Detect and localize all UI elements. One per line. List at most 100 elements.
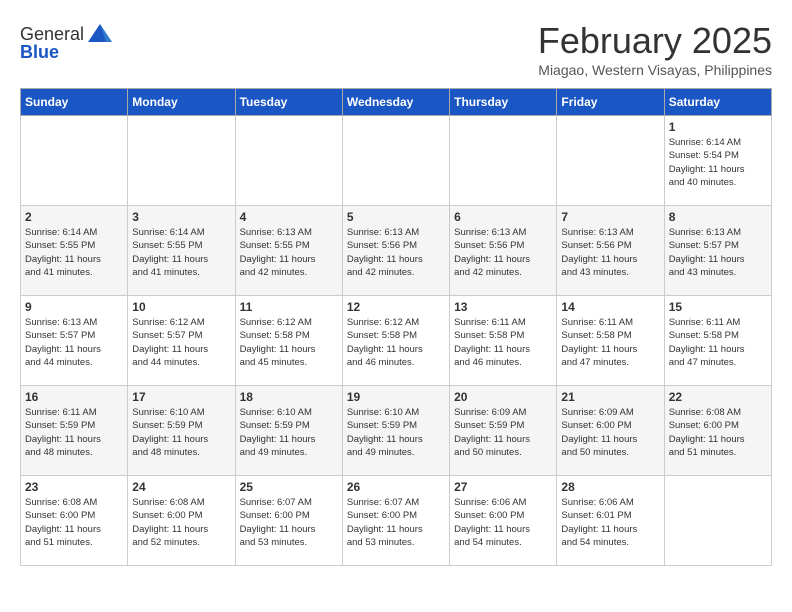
logo-blue: Blue — [20, 42, 59, 63]
day-info: Sunrise: 6:12 AM Sunset: 5:58 PM Dayligh… — [240, 316, 338, 369]
day-info: Sunrise: 6:13 AM Sunset: 5:57 PM Dayligh… — [669, 226, 767, 279]
day-number: 9 — [25, 300, 123, 314]
day-info: Sunrise: 6:10 AM Sunset: 5:59 PM Dayligh… — [240, 406, 338, 459]
day-info: Sunrise: 6:10 AM Sunset: 5:59 PM Dayligh… — [132, 406, 230, 459]
week-row-1: 1 Sunrise: 6:14 AM Sunset: 5:54 PM Daylig… — [21, 116, 772, 206]
day-number: 11 — [240, 300, 338, 314]
day-info: Sunrise: 6:09 AM Sunset: 5:59 PM Dayligh… — [454, 406, 552, 459]
day-number: 4 — [240, 210, 338, 224]
logo: General Blue — [20, 20, 114, 63]
calendar-cell: 8Sunrise: 6:13 AM Sunset: 5:57 PM Daylig… — [664, 206, 771, 296]
calendar-cell — [128, 116, 235, 206]
calendar-cell: 27 Sunrise: 6:06 AM Sunset: 6:00 PM Dayli… — [450, 476, 557, 566]
calendar-cell: 6 Sunrise: 6:13 AM Sunset: 5:56 PM Daylig… — [450, 206, 557, 296]
calendar-subtitle: Miagao, Western Visayas, Philippines — [538, 62, 772, 78]
day-info: Sunrise: 6:13 AM Sunset: 5:56 PM Dayligh… — [347, 226, 445, 279]
calendar-cell: 19 Sunrise: 6:10 AM Sunset: 5:59 PM Dayli… — [342, 386, 449, 476]
calendar-cell — [450, 116, 557, 206]
day-number: 24 — [132, 480, 230, 494]
day-info: Sunrise: 6:07 AM Sunset: 6:00 PM Dayligh… — [347, 496, 445, 549]
day-number: 19 — [347, 390, 445, 404]
week-row-4: 16Sunrise: 6:11 AM Sunset: 5:59 PM Dayli… — [21, 386, 772, 476]
day-info: Sunrise: 6:14 AM Sunset: 5:54 PM Dayligh… — [669, 136, 767, 189]
day-number: 5 — [347, 210, 445, 224]
day-info: Sunrise: 6:08 AM Sunset: 6:00 PM Dayligh… — [25, 496, 123, 549]
weekday-header-monday: Monday — [128, 89, 235, 116]
calendar-cell: 20Sunrise: 6:09 AM Sunset: 5:59 PM Dayli… — [450, 386, 557, 476]
day-info: Sunrise: 6:14 AM Sunset: 5:55 PM Dayligh… — [25, 226, 123, 279]
day-number: 1 — [669, 120, 767, 134]
weekday-header-saturday: Saturday — [664, 89, 771, 116]
calendar-cell — [557, 116, 664, 206]
calendar-cell: 10 Sunrise: 6:12 AM Sunset: 5:57 PM Dayli… — [128, 296, 235, 386]
calendar-cell: 13 Sunrise: 6:11 AM Sunset: 5:58 PM Dayli… — [450, 296, 557, 386]
title-section: February 2025 Miagao, Western Visayas, P… — [538, 20, 772, 78]
calendar-cell: 26 Sunrise: 6:07 AM Sunset: 6:00 PM Dayli… — [342, 476, 449, 566]
weekday-header-thursday: Thursday — [450, 89, 557, 116]
day-number: 12 — [347, 300, 445, 314]
calendar-cell: 5 Sunrise: 6:13 AM Sunset: 5:56 PM Daylig… — [342, 206, 449, 296]
day-number: 13 — [454, 300, 552, 314]
calendar-cell — [235, 116, 342, 206]
calendar-cell: 1 Sunrise: 6:14 AM Sunset: 5:54 PM Daylig… — [664, 116, 771, 206]
calendar-cell: 12 Sunrise: 6:12 AM Sunset: 5:58 PM Dayli… — [342, 296, 449, 386]
day-info: Sunrise: 6:13 AM Sunset: 5:57 PM Dayligh… — [25, 316, 123, 369]
day-number: 27 — [454, 480, 552, 494]
calendar-cell: 9 Sunrise: 6:13 AM Sunset: 5:57 PM Daylig… — [21, 296, 128, 386]
day-info: Sunrise: 6:06 AM Sunset: 6:01 PM Dayligh… — [561, 496, 659, 549]
calendar-cell — [664, 476, 771, 566]
calendar-cell: 11 Sunrise: 6:12 AM Sunset: 5:58 PM Dayli… — [235, 296, 342, 386]
calendar-cell: 4Sunrise: 6:13 AM Sunset: 5:55 PM Daylig… — [235, 206, 342, 296]
calendar-cell: 17 Sunrise: 6:10 AM Sunset: 5:59 PM Dayli… — [128, 386, 235, 476]
calendar-cell: 22 Sunrise: 6:08 AM Sunset: 6:00 PM Dayli… — [664, 386, 771, 476]
calendar-cell — [342, 116, 449, 206]
weekday-header-tuesday: Tuesday — [235, 89, 342, 116]
day-info: Sunrise: 6:09 AM Sunset: 6:00 PM Dayligh… — [561, 406, 659, 459]
calendar-cell: 7Sunrise: 6:13 AM Sunset: 5:56 PM Daylig… — [557, 206, 664, 296]
day-info: Sunrise: 6:13 AM Sunset: 5:56 PM Dayligh… — [454, 226, 552, 279]
calendar-cell: 2 Sunrise: 6:14 AM Sunset: 5:55 PM Daylig… — [21, 206, 128, 296]
weekday-header-wednesday: Wednesday — [342, 89, 449, 116]
calendar-cell: 18 Sunrise: 6:10 AM Sunset: 5:59 PM Dayli… — [235, 386, 342, 476]
day-info: Sunrise: 6:10 AM Sunset: 5:59 PM Dayligh… — [347, 406, 445, 459]
day-number: 15 — [669, 300, 767, 314]
day-info: Sunrise: 6:07 AM Sunset: 6:00 PM Dayligh… — [240, 496, 338, 549]
calendar-cell: 21Sunrise: 6:09 AM Sunset: 6:00 PM Dayli… — [557, 386, 664, 476]
calendar-cell: 28 Sunrise: 6:06 AM Sunset: 6:01 PM Dayli… — [557, 476, 664, 566]
day-info: Sunrise: 6:11 AM Sunset: 5:58 PM Dayligh… — [454, 316, 552, 369]
weekday-header-friday: Friday — [557, 89, 664, 116]
day-info: Sunrise: 6:06 AM Sunset: 6:00 PM Dayligh… — [454, 496, 552, 549]
calendar-cell: 3 Sunrise: 6:14 AM Sunset: 5:55 PM Daylig… — [128, 206, 235, 296]
day-number: 3 — [132, 210, 230, 224]
calendar-cell: 16Sunrise: 6:11 AM Sunset: 5:59 PM Dayli… — [21, 386, 128, 476]
day-number: 23 — [25, 480, 123, 494]
calendar-cell: 14 Sunrise: 6:11 AM Sunset: 5:58 PM Dayli… — [557, 296, 664, 386]
day-info: Sunrise: 6:08 AM Sunset: 6:00 PM Dayligh… — [132, 496, 230, 549]
day-info: Sunrise: 6:11 AM Sunset: 5:58 PM Dayligh… — [669, 316, 767, 369]
day-info: Sunrise: 6:14 AM Sunset: 5:55 PM Dayligh… — [132, 226, 230, 279]
weekday-header-sunday: Sunday — [21, 89, 128, 116]
day-number: 14 — [561, 300, 659, 314]
day-info: Sunrise: 6:12 AM Sunset: 5:57 PM Dayligh… — [132, 316, 230, 369]
day-number: 26 — [347, 480, 445, 494]
day-info: Sunrise: 6:12 AM Sunset: 5:58 PM Dayligh… — [347, 316, 445, 369]
day-number: 17 — [132, 390, 230, 404]
day-number: 25 — [240, 480, 338, 494]
calendar-table: SundayMondayTuesdayWednesdayThursdayFrid… — [20, 88, 772, 566]
day-info: Sunrise: 6:11 AM Sunset: 5:59 PM Dayligh… — [25, 406, 123, 459]
calendar-cell: 23 Sunrise: 6:08 AM Sunset: 6:00 PM Dayli… — [21, 476, 128, 566]
day-number: 22 — [669, 390, 767, 404]
week-row-5: 23 Sunrise: 6:08 AM Sunset: 6:00 PM Dayli… — [21, 476, 772, 566]
day-number: 10 — [132, 300, 230, 314]
calendar-cell: 25 Sunrise: 6:07 AM Sunset: 6:00 PM Dayli… — [235, 476, 342, 566]
day-number: 28 — [561, 480, 659, 494]
page-header: General Blue February 2025 Miagao, Weste… — [20, 20, 772, 78]
day-info: Sunrise: 6:08 AM Sunset: 6:00 PM Dayligh… — [669, 406, 767, 459]
calendar-cell: 15 Sunrise: 6:11 AM Sunset: 5:58 PM Dayli… — [664, 296, 771, 386]
calendar-cell — [21, 116, 128, 206]
day-number: 18 — [240, 390, 338, 404]
day-number: 2 — [25, 210, 123, 224]
week-row-2: 2 Sunrise: 6:14 AM Sunset: 5:55 PM Daylig… — [21, 206, 772, 296]
day-number: 6 — [454, 210, 552, 224]
day-info: Sunrise: 6:11 AM Sunset: 5:58 PM Dayligh… — [561, 316, 659, 369]
